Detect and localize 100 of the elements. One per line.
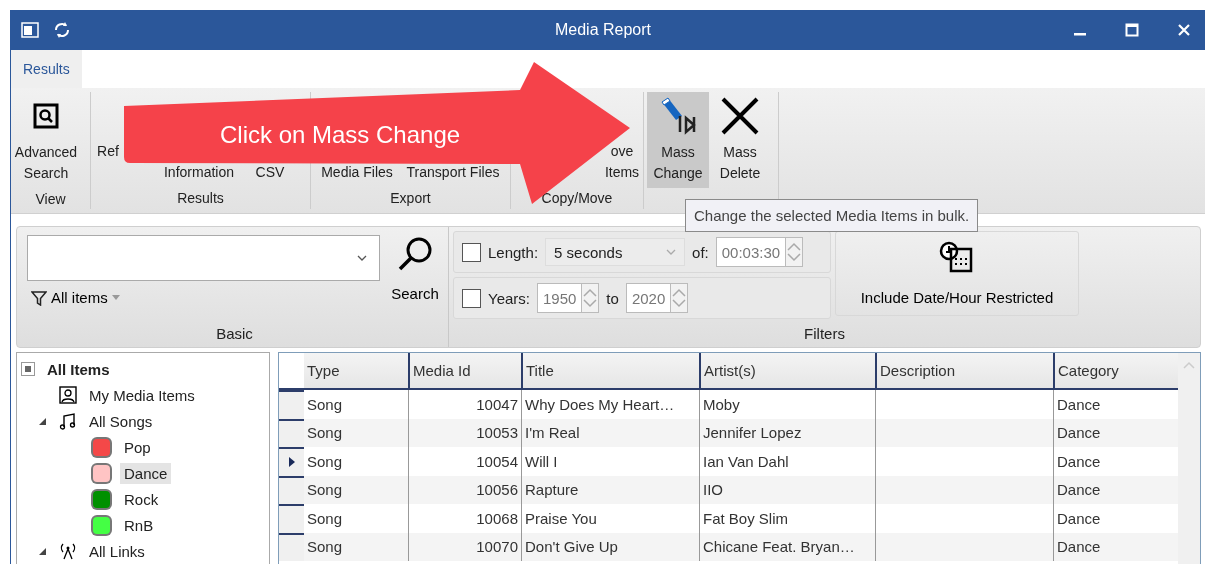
field-label: to [606,289,619,307]
year-spin-field[interactable]: 2020 [625,283,689,313]
tree-item[interactable]: My Media Items [85,384,199,406]
row-header[interactable] [279,532,304,561]
grid-corner [279,353,304,388]
ribbon-button[interactable]: Information [154,162,244,183]
antenna-icon [59,542,77,560]
table-cell: IIO [703,481,723,499]
column-header[interactable]: Artist(s) [699,353,875,388]
tree-item[interactable]: All Items [43,358,114,380]
table-cell: 10056 [476,481,518,499]
tree-item[interactable]: All Songs [85,410,157,432]
table-cell: 10070 [476,538,518,556]
vertical-scrollbar[interactable] [1178,353,1200,564]
callout-text: Click on Mass Change [220,121,461,149]
table-cell: Song [307,509,343,527]
ribbon-button[interactable]: Mass Delete [711,92,769,188]
table-cell: Dance [1057,424,1101,442]
expanded-triangle-icon[interactable] [37,416,47,426]
table-cell: 10068 [476,509,518,527]
table-cell: Song [307,538,343,556]
group-label: Results [176,189,225,208]
tree-item[interactable]: Rock [120,488,163,510]
ribbon-button[interactable]: Media Files [315,162,399,183]
ribbon-button[interactable]: CSV [248,162,292,183]
table-cell: Dance [1057,481,1101,499]
table-cell: Moby [703,395,740,413]
column-header[interactable]: Category [1053,353,1174,388]
table-cell: 10053 [476,424,518,442]
funnel-icon [31,289,47,306]
tree-item[interactable]: RnB [120,514,158,536]
table-cell: Chicane Feat. Bryan… [703,538,855,556]
person-icon [59,386,77,404]
column-header[interactable]: Description [875,353,1053,388]
row-header[interactable] [279,475,304,504]
table-cell: Song [307,481,343,499]
field-label: of: [692,243,709,261]
column-header[interactable]: Media Id [408,353,521,388]
row-header[interactable] [279,418,304,447]
caret-icon [111,295,120,300]
close-icon[interactable] [1177,23,1191,37]
ribbon-button[interactable]: Advanced Search [11,92,81,188]
table-cell: 10054 [476,452,518,470]
current-row-icon [287,456,296,469]
year-spin-field[interactable]: 1950 [537,283,600,313]
music-note-icon [59,412,77,430]
tree-item[interactable]: Dance [120,462,172,484]
chevron-down-icon [666,248,677,256]
ribbon-button[interactable]: Transport Files [401,162,505,183]
table-cell: Dance [1057,509,1101,527]
row-header[interactable] [279,390,304,419]
time-spin-field[interactable]: 00:03:30 [715,237,804,267]
field-label: Length: [488,243,539,261]
table-cell: Dance [1057,452,1101,470]
row-header[interactable] [279,504,304,533]
section-label: Filters [803,324,846,344]
collapse-icon[interactable] [21,362,35,376]
ribbon-button[interactable]: Ref [96,141,120,162]
delete-icon [720,96,760,136]
field-label: Years: [488,289,530,307]
clock-calendar-icon [939,241,975,275]
maximize-icon[interactable] [1125,23,1139,37]
search-button[interactable]: Search [388,235,442,309]
table-cell: Dance [1057,395,1101,413]
table-cell: Song [307,452,343,470]
section-label: Basic [215,324,254,344]
table-cell: Rapture [525,481,579,499]
expanded-triangle-icon[interactable] [37,546,47,556]
tree-item[interactable]: Pop [120,436,155,458]
group-label: Copy/Move [540,189,614,208]
group-label: View [34,190,67,209]
tooltip: Change the selected Media Items in bulk. [685,199,979,232]
table-cell: Jennifer Lopez [703,424,802,442]
group-label: Export [389,189,432,208]
ribbon-tab[interactable]: Results [11,50,82,88]
window-icon[interactable] [21,22,39,38]
chevron-down-icon [357,254,367,262]
table-cell: Will I [525,452,558,470]
row-header[interactable] [279,447,304,476]
table-cell: Ian Van Dahl [703,452,789,470]
table-cell: I'm Real [525,424,580,442]
column-header[interactable]: Title [521,353,699,388]
checkbox[interactable] [462,242,481,262]
table-cell: Praise You [525,509,597,527]
table-cell: Dance [1057,538,1101,556]
ribbon-button[interactable]: ove Items [603,141,641,183]
table-cell: Why Does My Heart… [525,395,675,413]
window-title: Media Report [553,21,652,39]
refresh-icon[interactable] [53,21,71,39]
duration-dropdown[interactable]: 5 seconds [545,238,686,266]
column-header[interactable]: Type [304,353,408,388]
table-cell: Fat Boy Slim [703,509,789,527]
ribbon-button[interactable]: Mass Change [647,92,709,188]
filter-dropdown[interactable]: All items [27,289,124,306]
table-cell: Song [307,395,343,413]
table-cell: 10047 [476,395,518,413]
tree-item[interactable]: All Links [85,540,149,562]
table-cell: Don't Give Up [525,538,618,556]
checkbox[interactable] [462,288,481,308]
table-cell: Song [307,424,343,442]
